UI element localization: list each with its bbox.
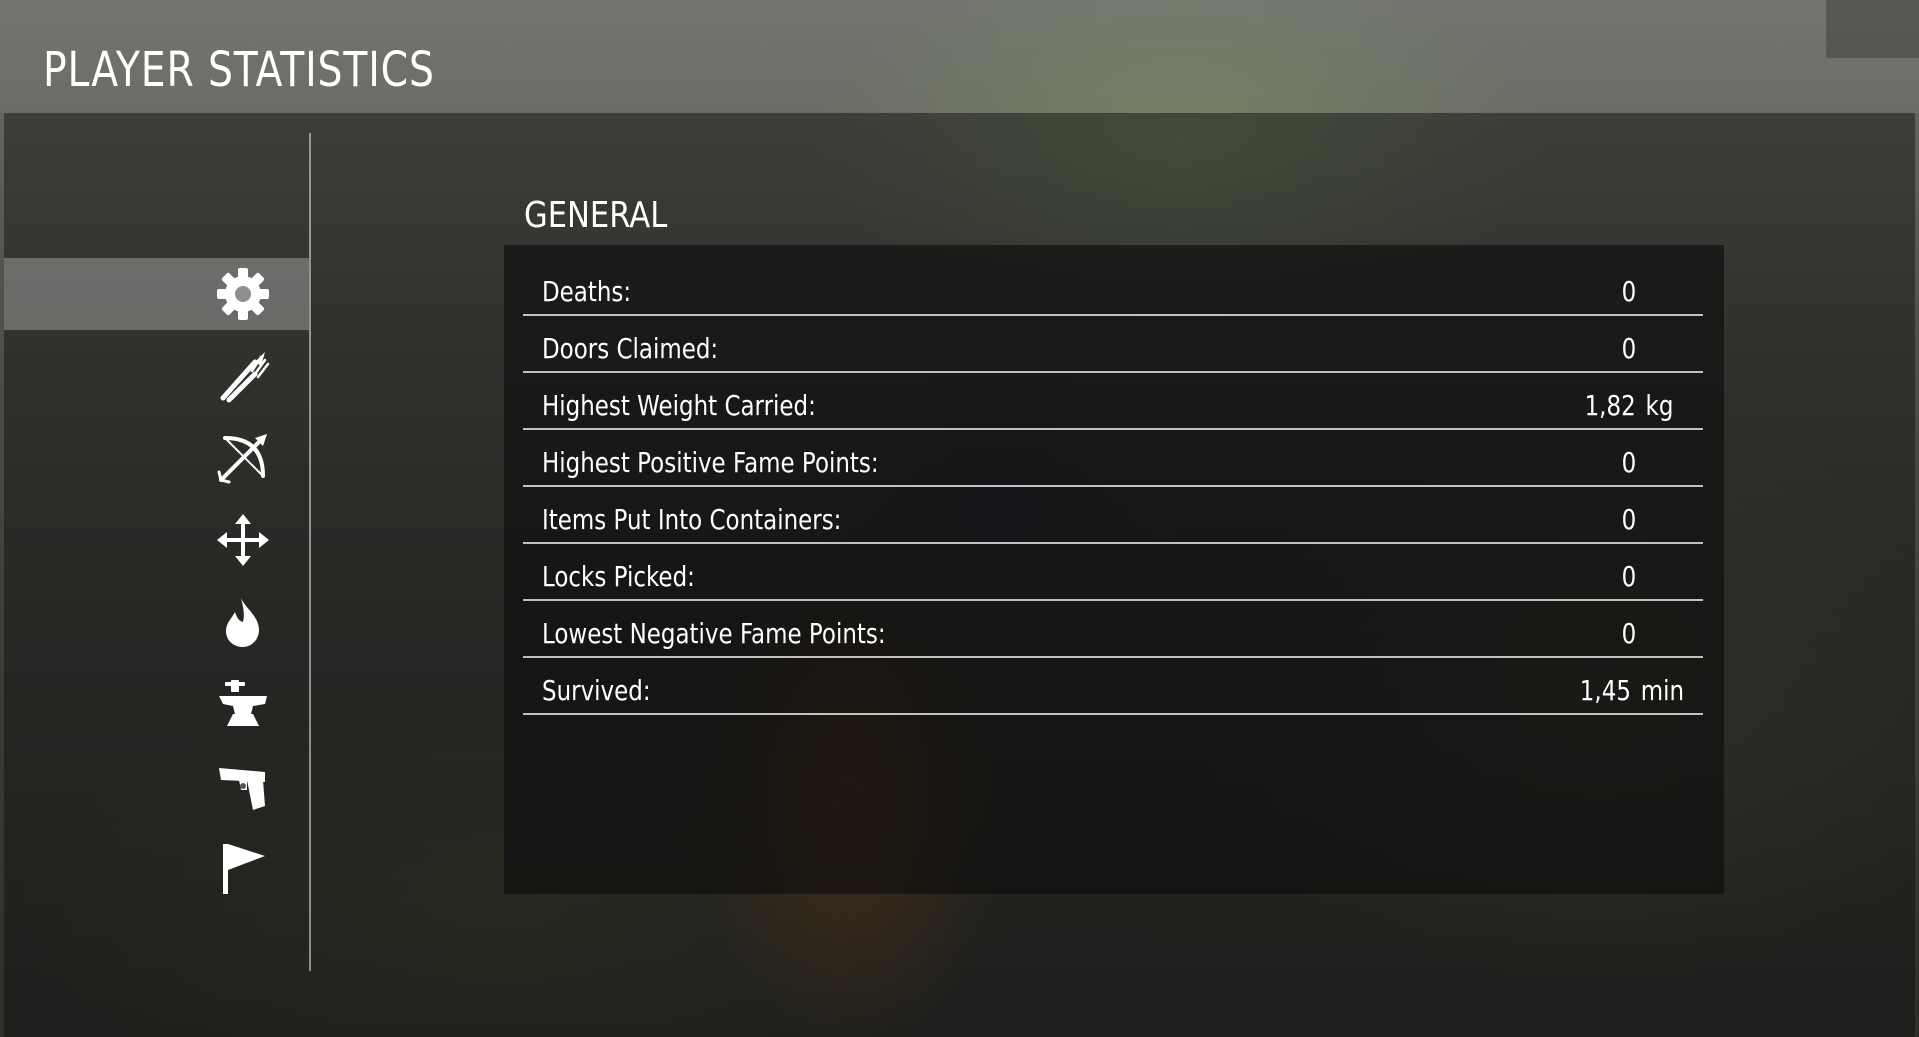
bow-arrow-icon (215, 430, 271, 486)
stat-label: Doors Claimed: (542, 332, 719, 365)
move-arrows-icon (215, 512, 271, 568)
section-title: GENERAL (524, 195, 668, 236)
flag-icon (215, 840, 271, 896)
stat-label: Survived: (542, 674, 651, 707)
fork-knife-icon (215, 348, 271, 404)
stat-label: Highest Weight Carried: (542, 389, 816, 422)
stat-row-deaths: Deaths: 0 (523, 259, 1703, 316)
stat-row-positive-fame: Highest Positive Fame Points: 0 (523, 430, 1703, 487)
stat-row-negative-fame: Lowest Negative Fame Points: 0 (523, 601, 1703, 658)
stat-row-locks-picked: Locks Picked: 0 (523, 544, 1703, 601)
stat-value: 0 (1621, 446, 1637, 479)
stat-value: 0 (1621, 332, 1637, 365)
stat-row-items-containers: Items Put Into Containers: 0 (523, 487, 1703, 544)
stat-row-doors-claimed: Doors Claimed: 0 (523, 316, 1703, 373)
stat-row-survived: Survived: 1,45 min (523, 658, 1703, 715)
sidebar-item-crafting[interactable] (4, 668, 309, 740)
sidebar-divider (309, 133, 311, 971)
sidebar-item-movement[interactable] (4, 504, 309, 576)
stat-label: Deaths: (542, 275, 632, 308)
stat-label: Highest Positive Fame Points: (542, 446, 879, 479)
stats-panel: Deaths: 0 Doors Claimed: 0 Highest Weigh… (504, 245, 1724, 894)
sidebar-item-hunting[interactable] (4, 422, 309, 494)
sidebar-item-weapons[interactable] (4, 750, 309, 822)
corner-overlay (1826, 0, 1919, 58)
stat-label: Lowest Negative Fame Points: (542, 617, 886, 650)
category-sidebar (4, 258, 309, 914)
sidebar-item-misc[interactable] (4, 832, 309, 904)
pistol-icon (215, 758, 271, 814)
stat-value: 0 (1621, 617, 1637, 650)
sidebar-item-food[interactable] (4, 340, 309, 412)
stat-label: Locks Picked: (542, 560, 695, 593)
sidebar-item-general[interactable] (4, 258, 309, 330)
page-title: PLAYER STATISTICS (43, 42, 435, 98)
stat-value: 0 (1621, 560, 1637, 593)
stat-row-highest-weight: Highest Weight Carried: 1,82 kg (523, 373, 1703, 430)
anvil-icon (215, 676, 271, 732)
flame-icon (215, 594, 271, 650)
stat-value: 1,45 min (1579, 674, 1685, 707)
sidebar-item-survival[interactable] (4, 586, 309, 658)
stat-value: 0 (1621, 503, 1637, 536)
stat-label: Items Put Into Containers: (542, 503, 842, 536)
stat-value: 0 (1621, 275, 1637, 308)
gear-icon (215, 266, 271, 322)
stats-list: Deaths: 0 Doors Claimed: 0 Highest Weigh… (523, 259, 1703, 715)
stat-value: 1,82 kg (1584, 389, 1674, 422)
